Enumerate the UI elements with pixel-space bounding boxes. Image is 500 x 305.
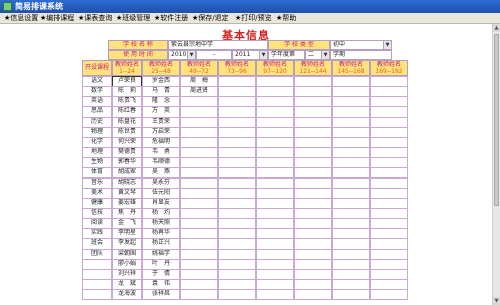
header-title: 教师姓名 <box>338 61 363 68</box>
header-teacher-name: 教师姓名 1--24 <box>112 60 142 76</box>
scroll-up-arrow-icon[interactable]: ▲ <box>493 24 500 32</box>
school-type-value: 初中 <box>333 41 346 48</box>
dropdown-arrow-icon[interactable]: ▼ <box>259 51 267 59</box>
dropdown-arrow-icon[interactable]: ▼ <box>321 51 329 59</box>
teacher-cell[interactable] <box>370 289 408 301</box>
scroll-thumb[interactable] <box>494 34 499 206</box>
dropdown-arrow-icon[interactable]: ▼ <box>383 41 391 49</box>
header-teacher-name: 教师姓名 97--120 <box>256 60 294 76</box>
header-teacher-name: 教师姓名 25--48 <box>142 60 180 76</box>
term-label: 学年度第 <box>268 50 305 60</box>
menu-bar: ★信息设置 ★编排课程 ★课表查询 ★班级管理 ★软件注册 ★保存/退定 ★打印… <box>0 13 500 24</box>
year-start-value: 2010 <box>171 51 187 58</box>
title-bar: 简易排课系统 <box>0 0 500 13</box>
school-name-field[interactable]: 紫云县宗地中学 <box>168 40 268 50</box>
vertical-scrollbar[interactable]: ▲ ▼ <box>492 24 500 305</box>
header-title: 开设课程 <box>84 64 109 71</box>
header-title: 教师姓名 <box>148 61 173 68</box>
year-start-select[interactable]: 2010 ▼ <box>168 50 196 60</box>
school-name-label: 学 校 名 称 <box>108 40 168 50</box>
header-teacher-name: 教师姓名 73--96 <box>218 60 256 76</box>
header-range: 25--48 <box>151 68 171 75</box>
usage-time-label: 使 用 时 间 <box>108 50 168 60</box>
teacher-cell[interactable] <box>218 289 256 301</box>
header-range: 1--24 <box>119 68 135 75</box>
year-end-select[interactable]: 2011 ▼ <box>232 50 268 60</box>
term-value: 二 <box>308 51 315 58</box>
menu-item-timetable-query[interactable]: ★课表查询 <box>78 13 112 23</box>
menu-item-help[interactable]: ★帮助 <box>276 13 296 23</box>
teacher-cell[interactable] <box>180 289 218 301</box>
term-select[interactable]: 二 ▼ <box>305 50 330 60</box>
menu-item-class-management[interactable]: ★班级管理 <box>116 13 150 23</box>
teacher-cell[interactable] <box>332 289 370 301</box>
dropdown-arrow-icon[interactable]: ▼ <box>187 51 195 59</box>
header-teacher-name: 教师姓名 49--72 <box>180 60 218 76</box>
header-title: 教师姓名 <box>186 61 211 68</box>
header-range: 121--144 <box>299 68 327 75</box>
year-end-value: 2011 <box>235 51 251 58</box>
menu-item-arrange-courses[interactable]: ★编排课程 <box>40 13 74 23</box>
teacher-cell[interactable]: 张祥昌 <box>142 289 180 301</box>
app-icon <box>3 2 12 11</box>
header-title: 教师姓名 <box>376 61 401 68</box>
header-teacher-name: 教师姓名 121--144 <box>294 60 332 76</box>
term-suffix: 学期 <box>330 50 392 60</box>
menu-item-print-preview[interactable]: ★打印/预览 <box>235 13 272 23</box>
teacher-cell[interactable] <box>256 289 294 301</box>
header-title: 教师姓名 <box>262 61 287 68</box>
window-title: 简易排课系统 <box>15 2 63 11</box>
header-range: 169--192 <box>375 68 403 75</box>
header-title: 教师姓名 <box>114 61 139 68</box>
header-teacher-name: 教师姓名 169--192 <box>370 60 408 76</box>
year-dash: - <box>196 50 232 60</box>
course-cell[interactable] <box>82 289 112 301</box>
menu-item-info-settings[interactable]: ★信息设置 <box>4 13 38 23</box>
school-type-select[interactable]: 初中 ▼ <box>330 40 392 50</box>
header-range: 97--120 <box>263 68 287 75</box>
header-title: 教师姓名 <box>300 61 325 68</box>
menu-item-save-exit[interactable]: ★保存/退定 <box>192 13 229 23</box>
header-title: 教师姓名 <box>224 61 249 68</box>
header-teacher-name: 教师姓名 145--168 <box>332 60 370 76</box>
header-range: 145--168 <box>337 68 365 75</box>
teacher-cell[interactable]: 龙海波 <box>112 289 142 301</box>
header-range: 49--72 <box>189 68 209 75</box>
teacher-cell[interactable] <box>294 289 332 301</box>
menu-item-software-register[interactable]: ★软件注册 <box>154 13 188 23</box>
header-range: 73--96 <box>227 68 247 75</box>
header-course: 开设课程 <box>82 60 112 76</box>
school-type-label: 学 校 类 型 <box>268 40 330 50</box>
scroll-down-arrow-icon[interactable]: ▼ <box>493 297 500 305</box>
